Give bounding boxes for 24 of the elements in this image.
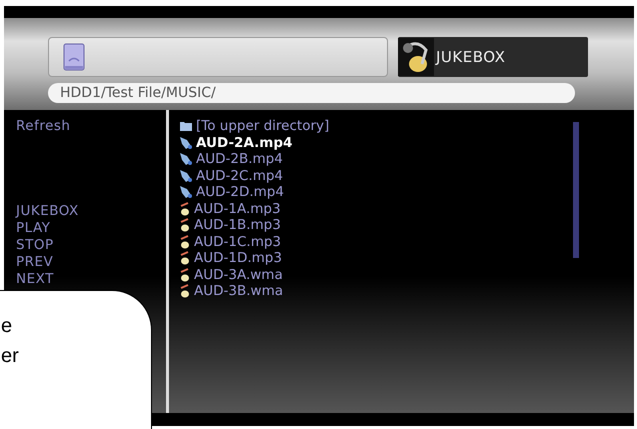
scrollbar[interactable]: [573, 122, 579, 258]
menu-item[interactable]: NEXT: [16, 271, 154, 288]
file-item[interactable]: AUD-1D.mp3: [179, 250, 282, 266]
file-item[interactable]: AUD-2A.mp4: [179, 134, 292, 151]
menu-item[interactable]: Refresh: [16, 118, 154, 135]
file-item[interactable]: AUD-1B.mp3: [179, 217, 281, 234]
hard-drive-icon: [63, 43, 85, 71]
mode-label: JUKEBOX: [436, 48, 506, 66]
file-item[interactable]: AUD-2D.mp4: [179, 184, 284, 200]
file-item[interactable]: AUD-3A.wma: [179, 266, 283, 283]
menu-item[interactable]: PREV: [16, 254, 154, 271]
file-item[interactable]: [To upper directory]: [179, 118, 330, 134]
file-item[interactable]: AUD-2B.mp4: [179, 151, 283, 168]
menu-item[interactable]: PLAY: [16, 220, 154, 237]
file-item[interactable]: AUD-1A.mp3: [179, 200, 281, 217]
file-item[interactable]: AUD-3B.wma: [179, 283, 283, 300]
file-item[interactable]: AUD-2C.mp4: [179, 168, 283, 184]
file-item[interactable]: AUD-1C.mp3: [179, 234, 281, 250]
callout-text: e: [1, 314, 12, 339]
callout-text: er: [1, 344, 19, 369]
menu-item[interactable]: STOP: [16, 237, 154, 254]
folder-icon: [179, 120, 193, 132]
path-bar: HDD1/Test File/MUSIC/: [48, 83, 575, 103]
menu-item[interactable]: JUKEBOX: [16, 203, 154, 220]
